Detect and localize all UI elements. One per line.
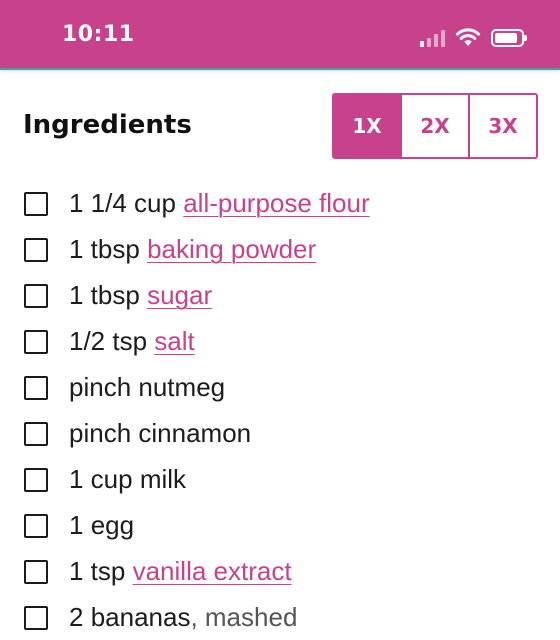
- ingredient-text: 1 egg: [69, 510, 134, 541]
- ingredient-text: 1 tsp vanilla extract: [69, 556, 292, 587]
- ingredient-amount: 1: [69, 510, 91, 540]
- ingredient-amount: 1 tsp: [69, 556, 133, 586]
- status-icons: [420, 27, 527, 47]
- ingredient-link[interactable]: vanilla extract: [133, 556, 292, 586]
- ingredient-list: 1 1/4 cup all-purpose flour 1 tbsp baking…: [0, 182, 560, 640]
- ingredient-checkbox[interactable]: [24, 330, 48, 354]
- ingredient-name: nutmeg: [138, 372, 226, 402]
- battery-icon: [491, 29, 527, 47]
- ingredient-amount: 1 cup: [69, 464, 140, 494]
- ingredient-item: pinch cinnamon: [0, 412, 560, 458]
- ingredient-checkbox[interactable]: [24, 422, 48, 446]
- ingredient-checkbox[interactable]: [24, 468, 48, 492]
- ingredient-amount: 2: [69, 602, 91, 632]
- ingredient-item: 1 tbsp sugar: [0, 274, 560, 320]
- ingredient-item: 1 cup milk: [0, 458, 560, 504]
- ingredient-item: 2 bananas, mashed: [0, 596, 560, 640]
- ingredient-amount: 1 tbsp: [69, 280, 148, 310]
- ingredients-title: Ingredients: [23, 110, 192, 140]
- ingredient-checkbox[interactable]: [24, 238, 48, 262]
- scale-1x-button[interactable]: 1X: [334, 95, 400, 157]
- ingredient-link[interactable]: baking powder: [147, 234, 316, 264]
- ingredient-text: 2 bananas, mashed: [69, 602, 297, 633]
- header-divider: [0, 68, 560, 70]
- ingredient-link[interactable]: sugar: [147, 280, 212, 310]
- scale-3x-button[interactable]: 3X: [468, 95, 536, 157]
- ingredient-amount: 1/2 tsp: [69, 326, 155, 356]
- ingredient-amount: 1 1/4 cup: [69, 188, 184, 218]
- ingredient-amount: pinch: [69, 418, 139, 448]
- ingredient-item: 1/2 tsp salt: [0, 320, 560, 366]
- ingredient-link[interactable]: all-purpose flour: [183, 188, 369, 218]
- ingredient-item: 1 1/4 cup all-purpose flour: [0, 182, 560, 228]
- ingredient-text: pinch cinnamon: [69, 418, 251, 449]
- signal-icon: [420, 29, 445, 47]
- ingredient-text: 1/2 tsp salt: [69, 326, 195, 357]
- ingredient-amount: 1 tbsp: [69, 234, 148, 264]
- ingredient-checkbox[interactable]: [24, 284, 48, 308]
- ingredient-text: pinch nutmeg: [69, 372, 225, 403]
- ingredient-checkbox[interactable]: [24, 376, 48, 400]
- ingredient-item: 1 tsp vanilla extract: [0, 550, 560, 596]
- ingredient-checkbox[interactable]: [24, 560, 48, 584]
- ingredient-text: 1 cup milk: [69, 464, 186, 495]
- ingredient-checkbox[interactable]: [24, 514, 48, 538]
- ingredient-item: 1 egg: [0, 504, 560, 550]
- ingredient-text: 1 tbsp sugar: [69, 280, 212, 311]
- ingredient-text: 1 1/4 cup all-purpose flour: [69, 188, 370, 219]
- ingredient-amount: pinch: [69, 372, 139, 402]
- ingredient-note: , mashed: [190, 602, 298, 632]
- scale-2x-button[interactable]: 2X: [400, 95, 468, 157]
- wifi-icon: [455, 28, 481, 46]
- ingredient-item: 1 tbsp baking powder: [0, 228, 560, 274]
- ingredient-name: cinnamon: [138, 418, 252, 448]
- ingredient-item: pinch nutmeg: [0, 366, 560, 412]
- ingredient-checkbox[interactable]: [24, 606, 48, 630]
- servings-scale-toggle: 1X 2X 3X: [332, 93, 538, 159]
- status-bar: 10:11: [0, 0, 560, 68]
- ingredient-name: bananas: [90, 602, 191, 632]
- ingredient-name: milk: [139, 464, 187, 494]
- ingredient-link[interactable]: salt: [154, 326, 194, 356]
- ingredient-checkbox[interactable]: [24, 192, 48, 216]
- ingredient-text: 1 tbsp baking powder: [69, 234, 316, 265]
- status-time: 10:11: [62, 22, 135, 47]
- ingredient-name: egg: [90, 510, 135, 540]
